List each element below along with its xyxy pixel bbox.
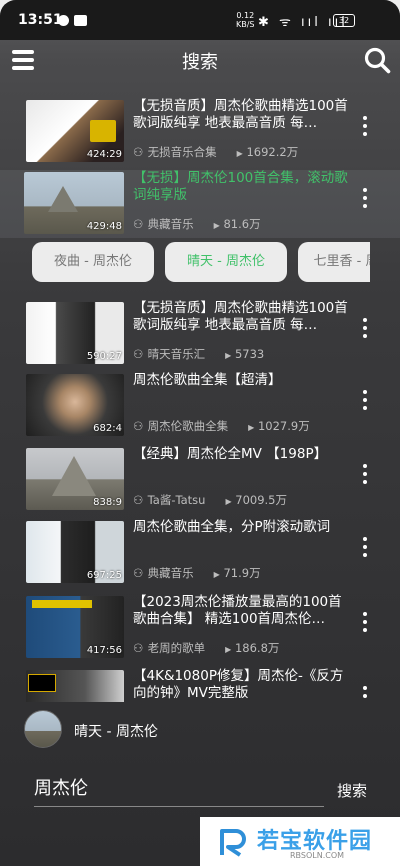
more-options-icon[interactable] xyxy=(361,612,369,638)
result-item[interactable]: 590:27 【无损音质】周杰伦歌曲精选100首 歌词版纯享 地表最高音质 每…… xyxy=(0,300,400,368)
video-thumbnail: 838:9 xyxy=(26,448,124,510)
header: 搜索 xyxy=(0,40,400,82)
duration-label: 697:25 xyxy=(86,570,122,581)
user-icon: ⚇ xyxy=(133,566,144,580)
result-meta: ⚇ 老周的歌单 ▶ 186.8万 xyxy=(133,641,280,655)
result-title: 【4K&1080P修复】周杰伦-《反方向的钟》MV完整版 xyxy=(133,668,344,701)
user-icon: ⚇ xyxy=(133,419,144,433)
user-icon: ⚇ xyxy=(133,493,144,507)
notification-dot-icon xyxy=(58,15,69,26)
result-title: 周杰伦歌曲全集，分P附滚动歌词 xyxy=(133,519,331,535)
result-meta: ⚇ 典藏音乐 ▶ 71.9万 xyxy=(133,566,261,580)
album-art-avatar xyxy=(24,710,62,748)
page-title: 搜索 xyxy=(182,52,218,73)
result-item[interactable]: 417:56 【2023周杰伦播放量最高的100首歌曲合集】 精选100首周杰伦… xyxy=(0,594,400,662)
play-count-icon: ▶ xyxy=(236,149,243,158)
video-thumbnail: 429:48 xyxy=(24,172,124,234)
user-icon: ⚇ xyxy=(133,145,144,159)
chip-suggestion[interactable]: 夜曲 - 周杰伦 xyxy=(32,242,154,282)
result-title: 【无损】周杰伦100首合集，滚动歌词纯享版 xyxy=(133,170,348,203)
duration-label: 424:29 xyxy=(86,149,122,160)
result-meta: ⚇ 无损音乐合集 ▶ 1692.2万 xyxy=(133,145,299,159)
more-options-icon[interactable] xyxy=(361,464,369,490)
video-thumbnail: 590:27 xyxy=(26,302,124,364)
video-thumbnail: 424:29 xyxy=(26,100,124,162)
play-count-icon: ▶ xyxy=(213,570,220,579)
user-icon: ⚇ xyxy=(133,217,144,231)
status-time: 13:51 xyxy=(18,12,63,28)
more-options-icon[interactable] xyxy=(361,116,369,142)
search-input[interactable]: 周杰伦 xyxy=(34,776,324,807)
app-screen: 13:51 0.12 KB/S ✱ ᯤ ııl ııl 32 搜索 424:29 … xyxy=(0,0,400,866)
result-meta: ⚇ 晴天音乐汇 ▶ 5733 xyxy=(133,347,265,361)
search-icon[interactable] xyxy=(363,46,391,74)
play-count-icon: ▶ xyxy=(213,221,220,230)
suggestion-chips: 夜曲 - 周杰伦 晴天 - 周杰伦 七里香 - 周杰伦 xyxy=(0,240,370,286)
result-meta: ⚇ Ta酱-Tatsu ▶ 7009.5万 xyxy=(133,493,287,507)
chip-suggestion[interactable]: 七里香 - 周杰伦 xyxy=(298,242,370,282)
result-title: 【经典】周杰伦全MV 【198P】 xyxy=(133,446,328,462)
video-thumbnail: 682:4 xyxy=(26,374,124,436)
search-button[interactable]: 搜索 xyxy=(337,780,367,801)
result-item[interactable]: 【4K&1080P修复】周杰伦-《反方向的钟》MV完整版 xyxy=(0,668,400,702)
result-item[interactable]: 682:4 周杰伦歌曲全集【超清】 ⚇ 周杰伦歌曲全集 ▶ 1027.9万 xyxy=(0,372,400,440)
watermark-url: RBSOLN.COM xyxy=(290,851,345,860)
video-thumbnail: 697:25 xyxy=(26,521,124,583)
result-title: 周杰伦歌曲全集【超清】 xyxy=(133,372,282,388)
play-count-icon: ▶ xyxy=(248,423,255,432)
result-item[interactable]: 697:25 周杰伦歌曲全集，分P附滚动歌词 ⚇ 典藏音乐 ▶ 71.9万 xyxy=(0,519,400,587)
watermark-logo-icon xyxy=(220,829,246,857)
bottom-search-bar: 周杰伦 搜索 xyxy=(0,770,400,810)
now-playing-title: 晴天 - 周杰伦 xyxy=(74,724,158,740)
more-options-icon[interactable] xyxy=(361,390,369,416)
result-title: 【无损音质】周杰伦歌曲精选100首 歌词版纯享 地表最高音质 每… xyxy=(133,300,348,333)
play-count-icon: ▶ xyxy=(225,497,232,506)
user-icon: ⚇ xyxy=(133,641,144,655)
result-item[interactable]: 838:9 【经典】周杰伦全MV 【198P】 ⚇ Ta酱-Tatsu ▶ 700… xyxy=(0,446,400,514)
chip-suggestion-active[interactable]: 晴天 - 周杰伦 xyxy=(165,242,287,282)
net-speed: 0.12 KB/S xyxy=(236,11,255,29)
duration-label: 838:9 xyxy=(93,497,122,508)
result-item-highlighted[interactable]: 429:48 【无损】周杰伦100首合集，滚动歌词纯享版 ⚇ 典藏音乐 ▶ 81.… xyxy=(0,170,400,238)
mini-player[interactable]: 晴天 - 周杰伦 xyxy=(0,702,400,754)
duration-label: 590:27 xyxy=(86,351,122,362)
watermark: 若宝软件园 RBSOLN.COM xyxy=(200,817,400,866)
result-title: 【无损音质】周杰伦歌曲精选100首 歌词版纯享 地表最高音质 每… xyxy=(133,98,348,131)
duration-label: 429:48 xyxy=(86,221,122,232)
more-options-icon[interactable] xyxy=(361,686,369,702)
result-meta: ⚇ 典藏音乐 ▶ 81.6万 xyxy=(133,217,261,231)
user-icon: ⚇ xyxy=(133,347,144,361)
duration-label: 417:56 xyxy=(86,645,122,656)
more-options-icon[interactable] xyxy=(361,537,369,563)
result-title: 【2023周杰伦播放量最高的100首歌曲合集】 精选100首周杰伦… xyxy=(133,594,342,627)
result-meta: ⚇ 周杰伦歌曲全集 ▶ 1027.9万 xyxy=(133,419,310,433)
mail-icon xyxy=(74,15,87,26)
duration-label: 682:4 xyxy=(93,423,122,434)
result-item[interactable]: 424:29 【无损音质】周杰伦歌曲精选100首 歌词版纯享 地表最高音质 每…… xyxy=(0,98,400,166)
play-count-icon: ▶ xyxy=(225,351,232,360)
video-thumbnail: 417:56 xyxy=(26,596,124,658)
status-bar: 13:51 0.12 KB/S ✱ ᯤ ııl ııl 32 xyxy=(0,0,400,40)
play-count-icon: ▶ xyxy=(225,645,232,654)
more-options-icon[interactable] xyxy=(361,188,369,214)
video-thumbnail xyxy=(26,670,124,702)
battery-icon: 32 xyxy=(333,14,355,27)
more-options-icon[interactable] xyxy=(361,318,369,344)
